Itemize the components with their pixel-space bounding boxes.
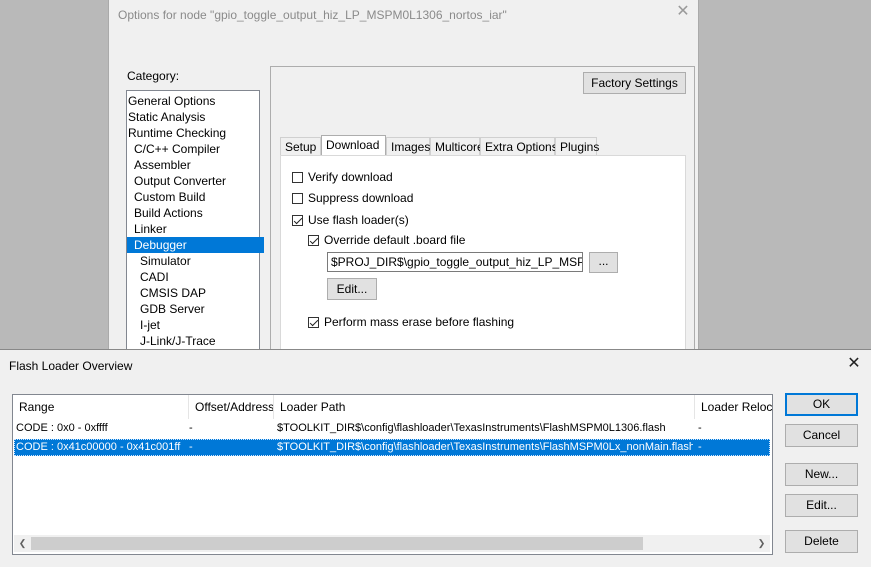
- category-item[interactable]: Linker: [127, 221, 264, 237]
- browse-button[interactable]: ...: [589, 252, 618, 273]
- suppress-download-label: Suppress download: [308, 191, 414, 205]
- new-button[interactable]: New...: [785, 463, 858, 486]
- category-item[interactable]: Build Actions: [127, 205, 264, 221]
- close-icon[interactable]: ✕: [845, 355, 863, 373]
- cell-offset: -: [189, 422, 193, 434]
- category-item[interactable]: Runtime Checking: [127, 125, 258, 141]
- category-item[interactable]: Custom Build: [127, 189, 264, 205]
- download-tab-page: Verify download Suppress download Use fl…: [280, 155, 686, 351]
- suppress-download-checkbox[interactable]: Suppress download: [292, 191, 413, 207]
- override-board-label: Override default .board file: [324, 233, 466, 247]
- category-item[interactable]: Static Analysis: [127, 109, 258, 125]
- scroll-right-icon[interactable]: ❯: [753, 535, 770, 552]
- category-item[interactable]: GDB Server: [127, 301, 270, 317]
- category-list[interactable]: General Options Static Analysis Runtime Ch…: [126, 90, 264, 351]
- flash-loader-table[interactable]: Range Offset/Address Loader Path Loader …: [12, 394, 773, 555]
- board-file-input[interactable]: $PROJ_DIR$\gpio_toggle_output_hiz_LP_MSP…: [327, 252, 583, 272]
- scrollbar-thumb[interactable]: [31, 537, 643, 550]
- close-icon[interactable]: ✕: [675, 4, 691, 20]
- column-header-offset[interactable]: Offset/Address: [189, 395, 274, 419]
- cancel-button[interactable]: Cancel: [785, 424, 858, 447]
- column-header-loader-relocation[interactable]: Loader Reloca: [695, 395, 772, 419]
- cell-reloc: -: [698, 422, 702, 434]
- cell-reloc: -: [698, 441, 702, 453]
- tab-plugins[interactable]: Plugins: [555, 137, 599, 155]
- checkbox-box: [308, 235, 319, 246]
- options-panel: Factory Settings Setup Download Images Mult…: [270, 66, 695, 351]
- category-item[interactable]: Assembler: [127, 157, 264, 173]
- use-flash-loader-checkbox[interactable]: Use flash loader(s): [292, 213, 409, 229]
- category-item[interactable]: CADI: [127, 269, 270, 285]
- tab-extra-options[interactable]: Extra Options: [480, 137, 558, 155]
- ok-button[interactable]: OK: [785, 393, 858, 416]
- cell-range: CODE : 0x41c00000 - 0x41c001ff: [16, 441, 181, 453]
- cell-offset: -: [189, 441, 193, 453]
- use-flash-loader-label: Use flash loader(s): [308, 213, 409, 227]
- mass-erase-label: Perform mass erase before flashing: [324, 315, 515, 329]
- verify-download-checkbox[interactable]: Verify download: [292, 170, 393, 186]
- options-window-title: Options for node "gpio_toggle_output_hiz…: [118, 8, 507, 22]
- horizontal-scrollbar[interactable]: ❮ ❯: [14, 535, 770, 552]
- tab-download[interactable]: Download: [321, 135, 386, 156]
- edit-button[interactable]: Edit...: [785, 494, 858, 517]
- scroll-left-icon[interactable]: ❮: [14, 535, 31, 552]
- tab-setup[interactable]: Setup: [280, 137, 321, 155]
- edit-board-button[interactable]: Edit...: [327, 278, 377, 300]
- options-window: Options for node "gpio_toggle_output_hiz…: [108, 0, 699, 351]
- category-item[interactable]: J-Link/J-Trace: [127, 333, 270, 349]
- verify-download-label: Verify download: [308, 170, 393, 184]
- dialog-title: Flash Loader Overview: [9, 359, 133, 373]
- checkbox-box: [292, 193, 303, 204]
- checkbox-box: [308, 317, 319, 328]
- category-item[interactable]: Simulator: [127, 253, 270, 269]
- override-board-checkbox[interactable]: Override default .board file: [308, 233, 465, 249]
- cell-path: $TOOLKIT_DIR$\config\flashloader\TexasIn…: [277, 422, 666, 434]
- cell-range: CODE : 0x0 - 0xffff: [16, 422, 108, 434]
- category-item[interactable]: Debugger: [127, 237, 264, 253]
- category-item[interactable]: I-jet: [127, 317, 270, 333]
- category-item[interactable]: CMSIS DAP: [127, 285, 270, 301]
- table-row[interactable]: CODE : 0x41c00000 - 0x41c001ff - $TOOLKIT_…: [14, 439, 770, 456]
- category-item[interactable]: General Options: [127, 93, 258, 109]
- checkbox-box: [292, 215, 303, 226]
- mass-erase-checkbox[interactable]: Perform mass erase before flashing: [308, 315, 514, 331]
- column-header-loader-path[interactable]: Loader Path: [274, 395, 695, 419]
- flash-loader-dialog: Flash Loader Overview ✕ Range Offset/Add…: [0, 349, 871, 567]
- delete-button[interactable]: Delete: [785, 530, 858, 553]
- table-row[interactable]: CODE : 0x0 - 0xffff - $TOOLKIT_DIR$\config…: [14, 420, 770, 437]
- column-header-range[interactable]: Range: [13, 395, 189, 419]
- category-label: Category:: [127, 69, 180, 83]
- cell-path: $TOOLKIT_DIR$\config\flashloader\TexasIn…: [277, 441, 693, 453]
- category-item[interactable]: C/C++ Compiler: [127, 141, 264, 157]
- category-item[interactable]: Output Converter: [127, 173, 264, 189]
- factory-settings-button[interactable]: Factory Settings: [583, 72, 686, 94]
- tab-multicore[interactable]: Multicore: [430, 137, 484, 155]
- checkbox-box: [292, 172, 303, 183]
- tab-images[interactable]: Images: [386, 137, 430, 155]
